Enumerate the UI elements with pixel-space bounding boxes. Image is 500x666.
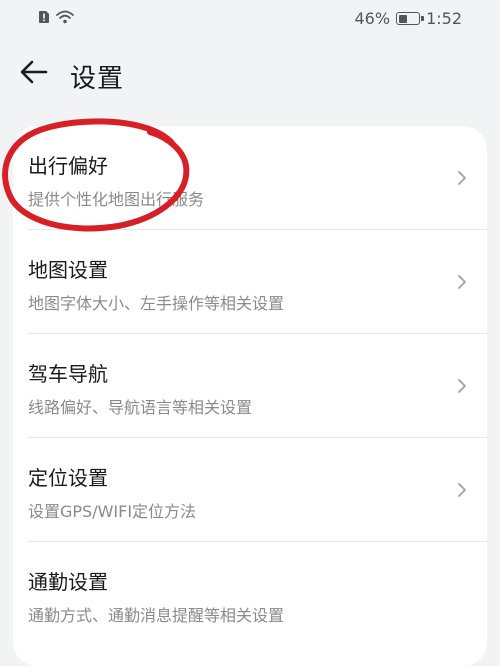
wifi-icon bbox=[56, 9, 74, 28]
status-bar: 46% 1:52 bbox=[0, 0, 500, 40]
settings-item-travel-preferences[interactable]: 出行偏好 提供个性化地图出行服务 bbox=[13, 126, 487, 230]
item-subtitle: 提供个性化地图出行服务 bbox=[28, 190, 205, 209]
battery-icon bbox=[396, 12, 425, 25]
battery-tip bbox=[421, 16, 425, 21]
item-subtitle: 地图字体大小、左手操作等相关设置 bbox=[28, 294, 285, 313]
item-title: 出行偏好 bbox=[28, 154, 108, 178]
battery-percent: 46% bbox=[354, 9, 391, 28]
item-subtitle: 线路偏好、导航语言等相关设置 bbox=[28, 398, 253, 417]
settings-item-driving-navigation[interactable]: 驾车导航 线路偏好、导航语言等相关设置 bbox=[13, 334, 487, 438]
chevron-right-icon bbox=[458, 379, 466, 393]
settings-list: 出行偏好 提供个性化地图出行服务 地图设置 地图字体大小、左手操作等相关设置 驾… bbox=[13, 126, 487, 666]
settings-item-location-settings[interactable]: 定位设置 设置GPS/WIFI定位方法 bbox=[13, 438, 487, 542]
sim-alert-icon bbox=[38, 9, 50, 28]
item-title: 地图设置 bbox=[28, 258, 108, 282]
item-title: 通勤设置 bbox=[28, 570, 108, 594]
item-title: 驾车导航 bbox=[28, 362, 108, 386]
back-button[interactable] bbox=[14, 54, 54, 94]
item-subtitle: 通勤方式、通勤消息提醒等相关设置 bbox=[28, 606, 285, 625]
arrow-left-icon bbox=[20, 60, 48, 88]
status-right: 46% 1:52 bbox=[355, 9, 463, 28]
chevron-right-icon bbox=[458, 275, 466, 289]
battery-level bbox=[398, 14, 407, 23]
item-subtitle: 设置GPS/WIFI定位方法 bbox=[28, 502, 197, 521]
item-title: 定位设置 bbox=[28, 466, 108, 490]
clock: 1:52 bbox=[426, 9, 462, 28]
settings-item-commute-settings[interactable]: 通勤设置 通勤方式、通勤消息提醒等相关设置 bbox=[13, 542, 487, 646]
chevron-right-icon bbox=[458, 171, 466, 185]
status-left bbox=[38, 9, 74, 28]
chevron-right-icon bbox=[458, 483, 466, 497]
page-title: 设置 bbox=[70, 64, 125, 94]
settings-item-map-settings[interactable]: 地图设置 地图字体大小、左手操作等相关设置 bbox=[13, 230, 487, 334]
header: 设置 bbox=[0, 48, 500, 104]
